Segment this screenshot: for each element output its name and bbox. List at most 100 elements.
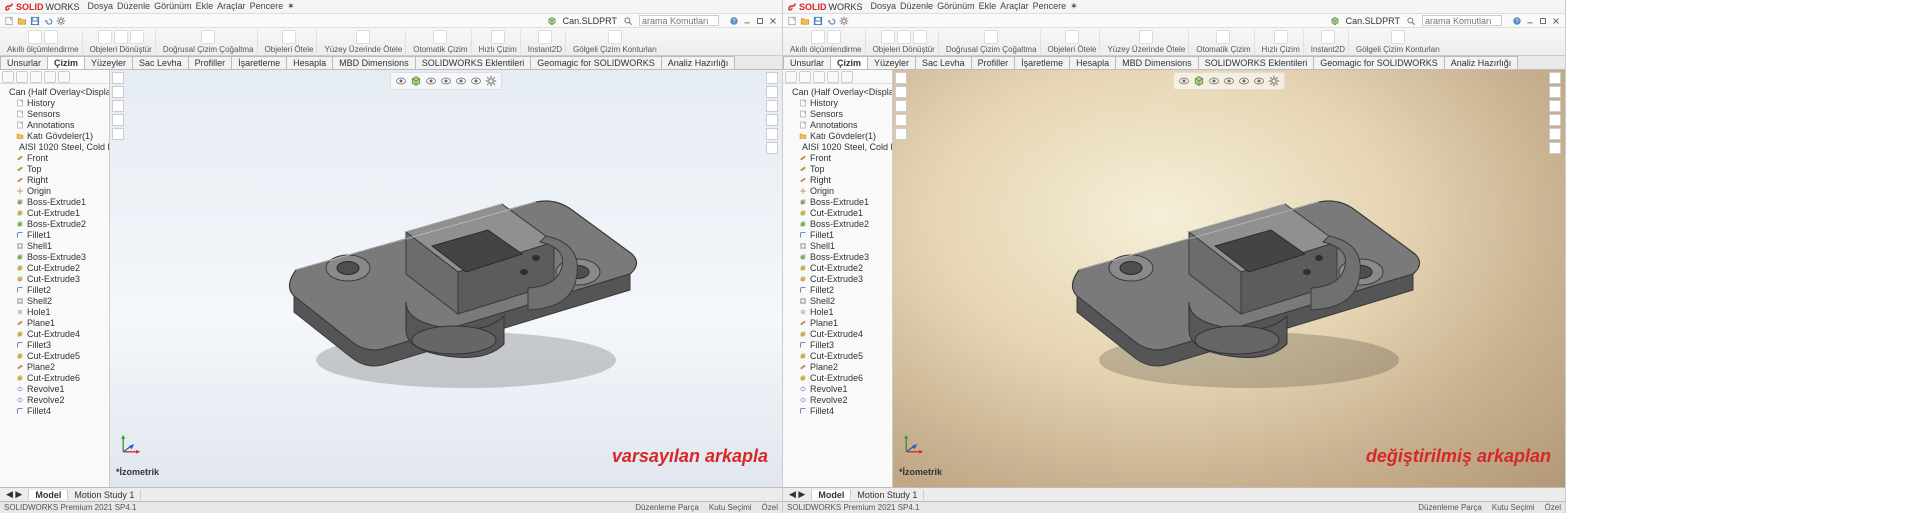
save-icon[interactable] — [30, 16, 40, 26]
tab-sheet-metal[interactable]: Sac Levha — [132, 56, 189, 69]
tab-markup[interactable]: İşaretleme — [231, 56, 287, 69]
sketch-icon[interactable] — [811, 30, 825, 44]
convert-icon[interactable] — [897, 30, 911, 44]
tab-sketch[interactable]: Çizim — [47, 56, 85, 69]
hide-show-icon[interactable] — [1223, 75, 1235, 87]
display-style-icon[interactable] — [1208, 75, 1220, 87]
tab-features[interactable]: Unsurlar — [783, 56, 831, 69]
menu-window[interactable]: Pencere — [250, 1, 284, 12]
hide-show-icon[interactable] — [440, 75, 452, 87]
tab-mbd-dimensions[interactable]: MBD Dimensions — [332, 56, 416, 69]
rotate-icon[interactable] — [112, 114, 124, 126]
pattern-icon[interactable] — [984, 30, 998, 44]
fm-tab-tree-icon[interactable] — [2, 71, 14, 83]
btab-arrow[interactable]: ◀ ▶ — [0, 489, 29, 500]
feature-tree[interactable]: Can (Half Overlay<Display State- History… — [0, 84, 109, 487]
zoom-icon[interactable] — [895, 86, 907, 98]
search-input[interactable] — [639, 15, 719, 26]
tab-markup[interactable]: İşaretleme — [1014, 56, 1070, 69]
fm-tab-dim-icon[interactable] — [827, 71, 839, 83]
fm-tab-property-icon[interactable] — [16, 71, 28, 83]
menu-edit[interactable]: Düzenle — [900, 1, 933, 12]
offset-icon[interactable] — [913, 30, 927, 44]
smart-dim-icon[interactable] — [827, 30, 841, 44]
scene-icon[interactable] — [1238, 75, 1250, 87]
graphics-viewport[interactable]: *İzometrik varsayılan arkapla — [110, 70, 782, 487]
search-icon[interactable] — [1406, 16, 1416, 26]
menu-more-icon[interactable]: ✶ — [287, 1, 295, 12]
pattern-icon[interactable] — [201, 30, 215, 44]
section-icon[interactable] — [112, 128, 124, 140]
new-icon[interactable] — [787, 16, 797, 26]
move-icon[interactable] — [1065, 30, 1079, 44]
surface-offset-icon[interactable] — [356, 30, 370, 44]
help-icon[interactable] — [729, 16, 739, 26]
tab-evaluate[interactable]: Hesapla — [286, 56, 333, 69]
section-icon[interactable] — [895, 128, 907, 140]
instant2d-icon[interactable] — [1321, 30, 1335, 44]
rotate-icon[interactable] — [895, 114, 907, 126]
menu-tools[interactable]: Araçlar — [1000, 1, 1029, 12]
pan-icon[interactable] — [112, 100, 124, 112]
view-orientation-icon[interactable] — [410, 75, 422, 87]
tree-root[interactable]: Can (Half Overlay<Display State- — [785, 86, 890, 97]
undo-icon[interactable] — [43, 16, 53, 26]
menu-insert[interactable]: Ekle — [196, 1, 214, 12]
sketch-icon[interactable] — [28, 30, 42, 44]
taskpane-appearances-icon[interactable] — [766, 128, 778, 140]
options-icon[interactable] — [839, 16, 849, 26]
menu-view[interactable]: Görünüm — [937, 1, 975, 12]
view-front-icon[interactable] — [395, 75, 407, 87]
shaded-contour-icon[interactable] — [1391, 30, 1405, 44]
search-input[interactable] — [1422, 15, 1502, 26]
smart-dim-icon[interactable] — [44, 30, 58, 44]
taskpane-view-palette-icon[interactable] — [1549, 114, 1561, 126]
menu-file[interactable]: Dosya — [88, 1, 114, 12]
tab-weldments[interactable]: Profiller — [971, 56, 1016, 69]
close-icon[interactable] — [1551, 16, 1561, 26]
trim-icon[interactable] — [881, 30, 895, 44]
display-style-icon[interactable] — [425, 75, 437, 87]
help-icon[interactable] — [1512, 16, 1522, 26]
menu-window[interactable]: Pencere — [1033, 1, 1067, 12]
taskpane-library-icon[interactable] — [1549, 86, 1561, 98]
apply-scene-icon[interactable] — [470, 75, 482, 87]
taskpane-library-icon[interactable] — [766, 86, 778, 98]
tree-root[interactable]: Can (Half Overlay<Display State- — [2, 86, 107, 97]
feature-tree[interactable]: Can (Half Overlay<Display State- History… — [783, 84, 892, 487]
menu-insert[interactable]: Ekle — [979, 1, 997, 12]
surface-offset-icon[interactable] — [1139, 30, 1153, 44]
shaded-contour-icon[interactable] — [608, 30, 622, 44]
taskpane-explorer-icon[interactable] — [1549, 100, 1561, 112]
fm-tab-dim-icon[interactable] — [44, 71, 56, 83]
apply-scene-icon[interactable] — [1253, 75, 1265, 87]
tab-weldments[interactable]: Profiller — [188, 56, 233, 69]
tab-analysis-prep[interactable]: Analiz Hazırlığı — [1444, 56, 1519, 69]
bottom-tab-model[interactable]: Model — [812, 490, 851, 500]
taskpane-view-palette-icon[interactable] — [766, 114, 778, 126]
new-icon[interactable] — [4, 16, 14, 26]
fm-tab-property-icon[interactable] — [799, 71, 811, 83]
taskpane-resources-icon[interactable] — [766, 72, 778, 84]
trim-icon[interactable] — [98, 30, 112, 44]
fm-tab-config-icon[interactable] — [813, 71, 825, 83]
select-icon[interactable] — [895, 72, 907, 84]
tab-geomagic[interactable]: Geomagic for SOLIDWORKS — [1313, 56, 1445, 69]
fm-tab-display-icon[interactable] — [841, 71, 853, 83]
taskpane-explorer-icon[interactable] — [766, 100, 778, 112]
convert-icon[interactable] — [114, 30, 128, 44]
minimize-icon[interactable] — [1525, 16, 1535, 26]
select-icon[interactable] — [112, 72, 124, 84]
fm-tab-config-icon[interactable] — [30, 71, 42, 83]
auto-sketch-icon[interactable] — [433, 30, 447, 44]
view-front-icon[interactable] — [1178, 75, 1190, 87]
menu-file[interactable]: Dosya — [871, 1, 897, 12]
undo-icon[interactable] — [826, 16, 836, 26]
tab-sketch[interactable]: Çizim — [830, 56, 868, 69]
bottom-tab-model[interactable]: Model — [29, 490, 68, 500]
bottom-tab-motion[interactable]: Motion Study 1 — [68, 490, 141, 500]
tab-analysis-prep[interactable]: Analiz Hazırlığı — [661, 56, 736, 69]
graphics-viewport[interactable]: *İzometrik değiştirilmiş arkaplan — [893, 70, 1565, 487]
menu-more-icon[interactable]: ✶ — [1070, 1, 1078, 12]
fm-tab-tree-icon[interactable] — [785, 71, 797, 83]
